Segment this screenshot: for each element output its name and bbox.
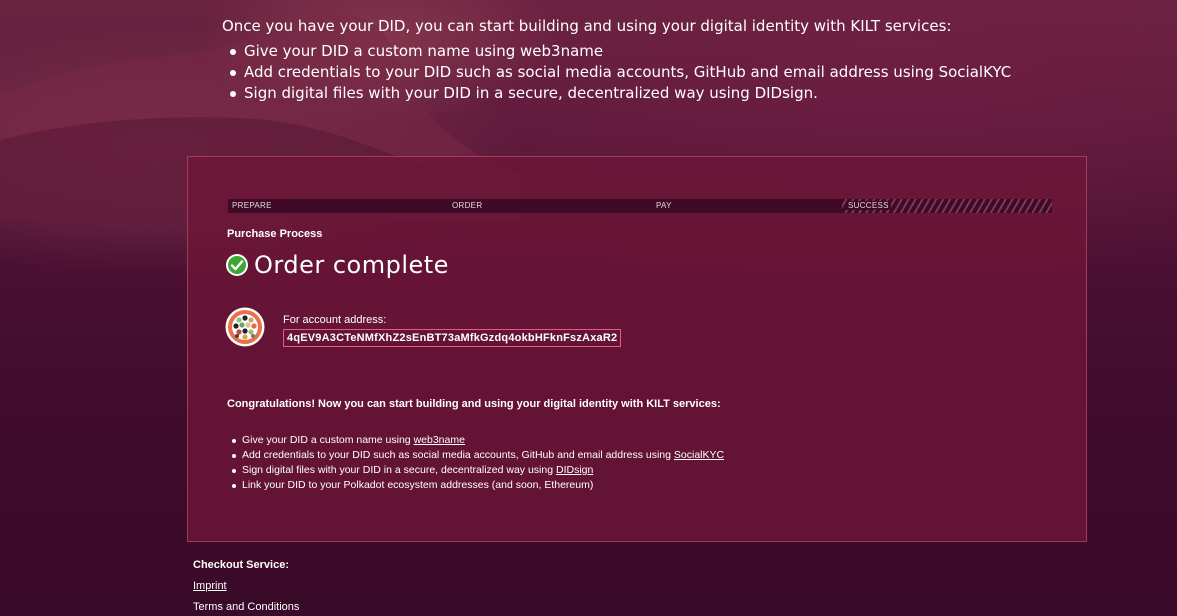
- account-details: For account address: 4qEV9A3CTeNMfXhZ2sE…: [283, 307, 622, 347]
- progress-steps: PREPARE ORDER PAY SUCCESS: [228, 199, 1052, 213]
- service-list: Give your DID a custom name using web3na…: [232, 433, 724, 493]
- didsign-link[interactable]: DIDsign: [556, 464, 593, 476]
- list-item: Sign digital files with your DID in a se…: [232, 463, 724, 478]
- list-item-text: Add credentials to your DID such as soci…: [242, 449, 674, 461]
- check-circle-icon: [226, 254, 248, 276]
- footer-title: Checkout Service:: [193, 559, 289, 571]
- intro-section: Once you have your DID, you can start bu…: [222, 16, 1152, 104]
- account-info: For account address: 4qEV9A3CTeNMfXhZ2sE…: [225, 307, 622, 347]
- congrats-heading: Congratulations! Now you can start build…: [227, 398, 721, 410]
- step-label: SUCCESS: [846, 201, 891, 210]
- list-item-text: Link your DID to your Polkadot ecosystem…: [242, 479, 594, 491]
- step-order: ORDER: [448, 199, 652, 213]
- socialkyc-link[interactable]: SocialKYC: [674, 449, 724, 461]
- intro-list-item: Sign digital files with your DID in a se…: [230, 83, 1152, 104]
- step-label: PREPARE: [232, 201, 272, 210]
- imprint-link[interactable]: Imprint: [193, 580, 299, 592]
- account-address: 4qEV9A3CTeNMfXhZ2sEnBT73aMfkGzdq4okbHFkn…: [283, 329, 622, 347]
- step-label: ORDER: [452, 201, 483, 210]
- step-pay: PAY: [652, 199, 842, 213]
- web3name-link[interactable]: web3name: [414, 434, 465, 446]
- list-item: Add credentials to your DID such as soci…: [232, 448, 724, 463]
- step-label: PAY: [656, 201, 672, 210]
- step-success: SUCCESS: [842, 199, 1052, 213]
- account-label: For account address:: [283, 314, 387, 326]
- page-content: Once you have your DID, you can start bu…: [0, 0, 1177, 616]
- step-prepare: PREPARE: [228, 199, 448, 213]
- purchase-card: PREPARE ORDER PAY SUCCESS Purchase Proce…: [187, 156, 1087, 542]
- list-item-text: Give your DID a custom name using: [242, 434, 414, 446]
- list-item: Give your DID a custom name using web3na…: [232, 433, 724, 448]
- list-item: Link your DID to your Polkadot ecosystem…: [232, 478, 724, 493]
- terms-link[interactable]: Terms and Conditions: [193, 601, 299, 613]
- identicon-avatar: [225, 307, 265, 347]
- purchase-title: Purchase Process: [227, 228, 323, 240]
- footer: Checkout Service: Imprint Terms and Cond…: [193, 559, 299, 613]
- intro-heading: Once you have your DID, you can start bu…: [222, 17, 952, 35]
- intro-list-item: Give your DID a custom name using web3na…: [230, 41, 1152, 62]
- order-status-text: Order complete: [254, 251, 449, 279]
- intro-list-item: Add credentials to your DID such as soci…: [230, 62, 1152, 83]
- list-item-text: Sign digital files with your DID in a se…: [242, 464, 556, 476]
- order-status: Order complete: [225, 251, 449, 279]
- intro-list: Give your DID a custom name using web3na…: [222, 41, 1152, 104]
